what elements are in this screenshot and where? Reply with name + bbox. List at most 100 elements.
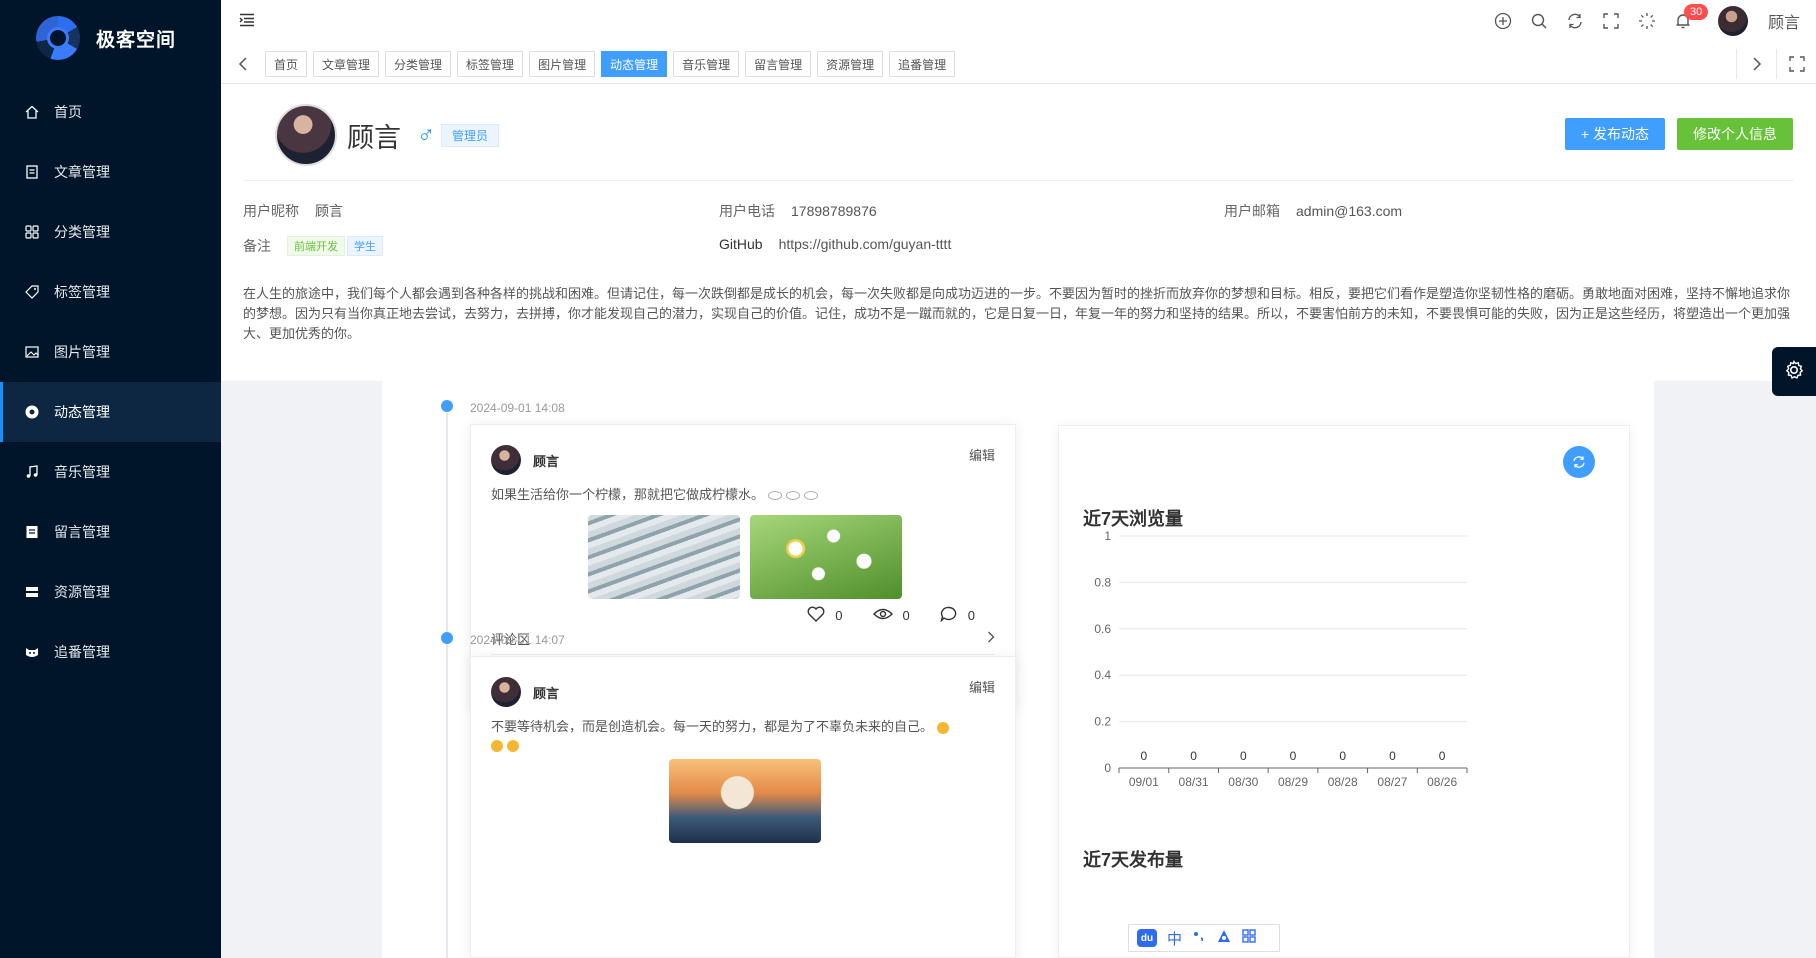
theme-icon[interactable] — [1636, 10, 1658, 32]
timeline-dot — [441, 400, 453, 412]
logo[interactable]: 极客空间 — [0, 0, 221, 76]
sidebar-item-moments[interactable]: 动态管理 — [0, 382, 221, 442]
moments-icon — [22, 402, 42, 422]
emoji-icon — [491, 739, 503, 752]
sidebar-item-tags[interactable]: 标签管理 — [0, 262, 221, 322]
male-icon: ♂ — [417, 121, 435, 148]
user-avatar[interactable] — [1717, 6, 1748, 36]
sidebar-item-anime[interactable]: 追番管理 — [0, 622, 221, 682]
nickname-field: 用户昵称 顾言 — [243, 201, 343, 221]
comment-section-toggle[interactable]: 评论区 — [491, 623, 995, 655]
ime-skin-icon[interactable] — [1216, 929, 1232, 947]
sidebar-item-music[interactable]: 音乐管理 — [0, 442, 221, 502]
tab-home[interactable]: 首页 — [265, 51, 308, 77]
phone-value: 17898789876 — [791, 203, 877, 219]
comment-count: 0 — [967, 608, 975, 623]
tabs-next-icon[interactable] — [1736, 49, 1776, 79]
sidebar-item-messages[interactable]: 留言管理 — [0, 502, 221, 562]
publish-moment-button[interactable]: + 发布动态 — [1564, 118, 1665, 150]
emoji-icon — [804, 491, 819, 501]
edit-button[interactable]: 编辑 — [969, 445, 995, 464]
logo-text: 极客空间 — [96, 29, 177, 51]
sidebar-item-label: 首页 — [54, 104, 82, 120]
moment-text: 不要等待机会，而是创造机会。每一天的努力，都是为了不辜负未来的自己。 — [491, 718, 995, 754]
article-icon — [22, 162, 42, 182]
content-fullscreen-icon[interactable] — [1776, 49, 1816, 79]
home-icon — [22, 102, 42, 122]
github-field: GitHub https://github.com/guyan-tttt — [719, 236, 951, 252]
x-tick-label: 08/28 — [1328, 775, 1358, 789]
moment-image-daisy[interactable] — [750, 515, 902, 599]
ime-menu-icon[interactable] — [1242, 929, 1256, 947]
tab-anime[interactable]: 追番管理 — [889, 51, 956, 77]
tab-moments[interactable]: 动态管理 — [601, 51, 668, 77]
moment-card: 顾言 编辑 不要等待机会，而是创造机会。每一天的努力，都是为了不辜负未来的自己。 — [470, 656, 1016, 958]
card-author: 顾言 — [491, 677, 559, 707]
settings-button[interactable] — [1772, 347, 1816, 396]
sidebar-item-images[interactable]: 图片管理 — [0, 322, 221, 382]
edit-profile-button[interactable]: 修改个人信息 — [1677, 118, 1793, 150]
sidebar-item-label: 动态管理 — [54, 404, 110, 420]
message-icon — [22, 522, 42, 542]
refresh-icon[interactable] — [1564, 10, 1586, 32]
sidebar-item-label: 图片管理 — [54, 344, 110, 360]
timeline-line — [446, 413, 448, 958]
y-tick-label: 0.8 — [1094, 575, 1111, 589]
tab-music[interactable]: 音乐管理 — [673, 51, 740, 77]
y-tick-label: 0.2 — [1094, 715, 1111, 729]
remark-field: 备注 前端开发 学生 — [243, 236, 385, 256]
like-count: 0 — [835, 608, 843, 623]
bar-value-label: 0 — [1290, 749, 1297, 763]
add-circle-icon[interactable] — [1492, 10, 1514, 32]
sidebar-item-label: 音乐管理 — [54, 464, 110, 480]
x-tick-label: 08/27 — [1377, 775, 1407, 789]
ime-punctuation-icon[interactable] — [1192, 929, 1206, 947]
sidebar-item-label: 资源管理 — [54, 584, 110, 600]
chevron-right-icon — [987, 631, 995, 646]
tab-resources[interactable]: 资源管理 — [817, 51, 884, 77]
bell-icon[interactable]: 30 — [1672, 4, 1709, 32]
moment-image-girl[interactable] — [669, 759, 821, 843]
tabs-prev-icon[interactable] — [231, 49, 255, 79]
sidebar-item-articles[interactable]: 文章管理 — [0, 142, 221, 202]
sidebar-item-resources[interactable]: 资源管理 — [0, 562, 221, 622]
header: 30 顾言 首页 文章管理 分类管理 标签管理 图片管理 动态管理 音乐管理 留… — [221, 0, 1816, 84]
phone-label: 用户电话 — [719, 203, 775, 219]
author-name: 顾言 — [533, 453, 560, 469]
tab-articles[interactable]: 文章管理 — [313, 51, 380, 77]
sidebar-item-categories[interactable]: 分类管理 — [0, 202, 221, 262]
card-author: 顾言 — [491, 445, 559, 475]
remark-tag: 前端开发 — [287, 236, 345, 256]
search-icon[interactable] — [1528, 10, 1550, 32]
author-name: 顾言 — [533, 685, 560, 701]
sidebar: 极客空间 首页 文章管理 分类管理 标签管理 图片管理 动态管理 音乐管理 留言… — [0, 0, 221, 958]
edit-button[interactable]: 编辑 — [969, 677, 995, 696]
header-username[interactable]: 顾言 — [1768, 9, 1800, 33]
sidebar-item-home[interactable]: 首页 — [0, 82, 221, 142]
ime-logo[interactable]: du — [1137, 929, 1157, 947]
moment-image-sand[interactable] — [588, 515, 740, 599]
profile-bio: 在人生的旅途中，我们每个人都会遇到各种各样的挑战和困难。但请记住，每一次跌倒都是… — [243, 286, 1791, 341]
x-tick-label: 08/26 — [1427, 775, 1457, 789]
fullscreen-icon[interactable] — [1600, 10, 1622, 32]
moment-text-content: 不要等待机会，而是创造机会。每一天的努力，都是为了不辜负未来的自己。 — [491, 719, 934, 734]
tab-messages[interactable]: 留言管理 — [745, 51, 812, 77]
menu-collapse-icon[interactable] — [239, 13, 255, 30]
tab-images[interactable]: 图片管理 — [529, 51, 596, 77]
stats-card: 近7天浏览量 0 0.2 0.4 0.6 0.8 1 0 09/01 0 08/31 0 08/30 0… — [1058, 425, 1630, 958]
profile-panel: 顾言 ♂ 管理员 + 发布动态 修改个人信息 用户昵称 顾言 用户电话 1789… — [221, 84, 1816, 381]
tab-categories[interactable]: 分类管理 — [385, 51, 452, 77]
tab-tags[interactable]: 标签管理 — [457, 51, 524, 77]
email-field: 用户邮箱 admin@163.com — [1224, 201, 1402, 221]
tabs: 首页 文章管理 分类管理 标签管理 图片管理 动态管理 音乐管理 留言管理 资源… — [265, 51, 956, 77]
bar-value-label: 0 — [1240, 749, 1247, 763]
email-label: 用户邮箱 — [1224, 203, 1280, 219]
author-avatar — [491, 677, 521, 707]
anime-icon — [22, 642, 42, 662]
github-link[interactable]: https://github.com/guyan-tttt — [779, 236, 952, 252]
ime-toolbar: du 中 — [1128, 924, 1280, 952]
role-badge: 管理员 — [441, 123, 500, 147]
ime-language-toggle[interactable]: 中 — [1167, 928, 1182, 949]
bar-value-label: 0 — [1339, 749, 1346, 763]
resource-icon — [22, 582, 42, 602]
